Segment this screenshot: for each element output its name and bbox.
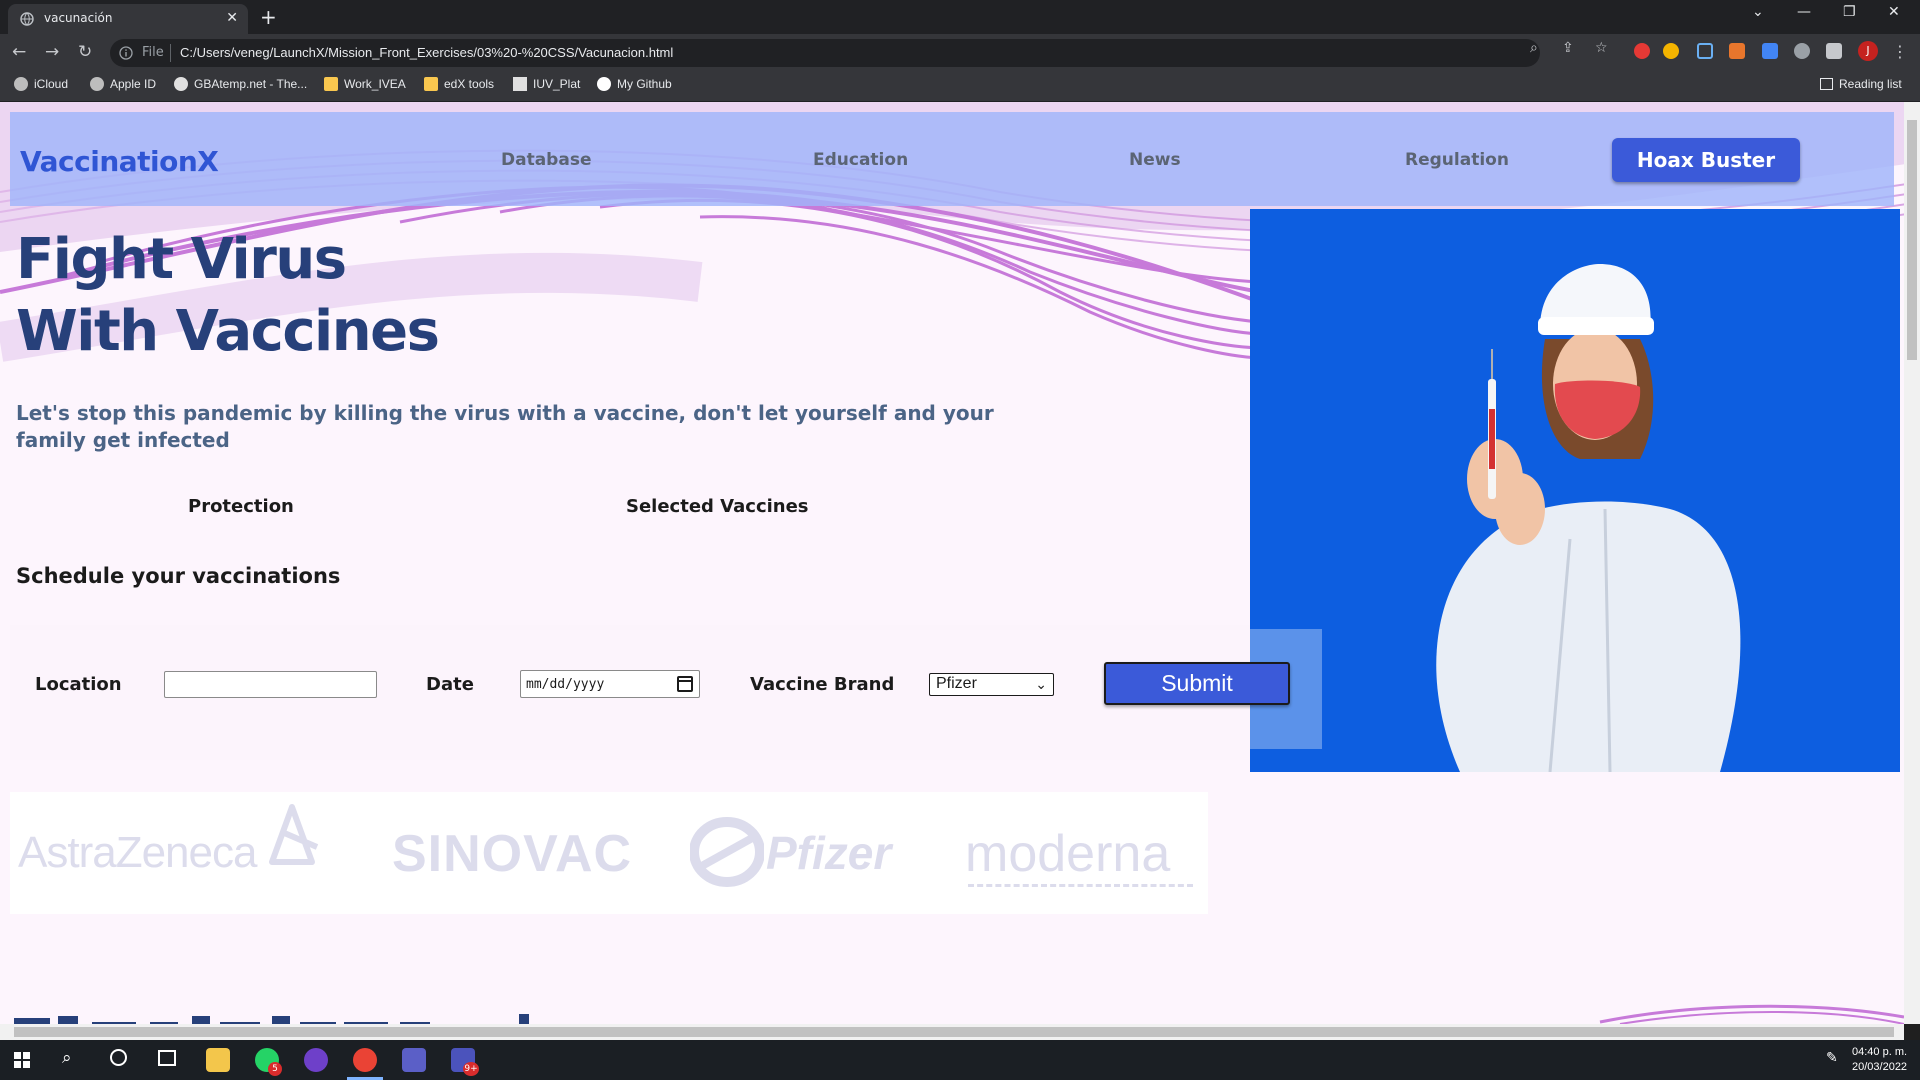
nav-news[interactable]: News	[1129, 150, 1181, 170]
vaccine-brand-select[interactable]: Pfizer ⌄	[929, 673, 1054, 696]
browser-toolbar: ← → ↻ File C:/Users/veneg/LaunchX/Missio…	[0, 34, 1920, 70]
gbatemp-icon	[174, 77, 188, 91]
minimize-button[interactable]: —	[1797, 4, 1811, 20]
vaccine-brand-selected: Pfizer	[936, 675, 977, 692]
bookmark-apple-id[interactable]: Apple ID	[90, 77, 156, 91]
folder-icon	[424, 77, 438, 91]
globe-icon	[20, 12, 34, 26]
reload-icon[interactable]: ↻	[78, 42, 92, 62]
bookmark-iuv-plat[interactable]: IUV_Plat	[513, 77, 580, 91]
tab-search-icon[interactable]: ⌄	[1752, 4, 1764, 20]
hero-lead-text: Let's stop this pandemic by killing the …	[16, 401, 994, 452]
clock-date: 20/03/2022	[1852, 1061, 1908, 1073]
address-bar[interactable]: File C:/Users/veneg/LaunchX/Mission_Fron…	[110, 39, 1540, 67]
brand-pfizer-logo: Pfizer	[766, 827, 892, 879]
reading-list-icon	[1820, 78, 1833, 90]
vertical-scroll-thumb[interactable]	[1907, 120, 1917, 360]
profile-avatar[interactable]: J	[1858, 41, 1878, 61]
system-clock[interactable]: 04:40 p. m. 20/03/2022	[1852, 1045, 1907, 1075]
selected-vaccines-heading: Selected Vaccines	[626, 496, 809, 517]
link-extension-icon[interactable]	[1697, 43, 1713, 59]
protection-heading: Protection	[188, 496, 294, 517]
close-window-button[interactable]: ✕	[1888, 4, 1900, 20]
brand-astrazeneca-logo: AstraZeneca	[18, 828, 257, 877]
task-view-icon[interactable]	[158, 1050, 176, 1066]
extension-yellow-icon[interactable]	[1663, 43, 1679, 59]
restore-button[interactable]: ❐	[1843, 4, 1856, 20]
forward-icon[interactable]: →	[45, 42, 59, 62]
cortana-icon[interactable]	[110, 1049, 127, 1066]
zoom-icon[interactable]: ⌕	[1530, 40, 1538, 56]
horizontal-scroll-thumb[interactable]	[14, 1027, 1894, 1037]
share-icon[interactable]: ⇪	[1562, 40, 1574, 56]
folder-icon	[324, 77, 338, 91]
nav-regulation[interactable]: Regulation	[1405, 150, 1509, 170]
date-input[interactable]: mm/dd/yyyy	[520, 670, 700, 698]
extension-blue-icon[interactable]	[1762, 43, 1778, 59]
bookmark-icloud[interactable]: iCloud	[14, 77, 68, 91]
bookmarks-bar: iCloud Apple ID GBAtemp.net - The... Wor…	[0, 70, 1920, 102]
metamask-icon[interactable]	[1729, 43, 1745, 59]
file-explorer-icon[interactable]	[206, 1048, 230, 1072]
teams-badge: 9+	[463, 1062, 479, 1076]
info-icon[interactable]	[119, 46, 133, 60]
search-icon[interactable]: ⌕	[62, 1048, 72, 1068]
clock-time: 04:40 p. m.	[1852, 1046, 1908, 1058]
hero-photo-nurse-with-syringe	[1250, 209, 1900, 772]
more-menu-icon[interactable]: ⋮	[1892, 42, 1908, 61]
windows-taskbar: ⌕ 5 9+ ✎ 04:40 p. m. 20/03/2022	[0, 1040, 1920, 1080]
location-label: Location	[35, 674, 122, 695]
bookmark-gbatemp[interactable]: GBAtemp.net - The...	[174, 77, 307, 91]
whatsapp-badge: 5	[268, 1062, 282, 1076]
new-tab-button[interactable]: +	[260, 5, 277, 29]
tab-title: vacunación	[44, 11, 113, 25]
bookmark-edx-tools[interactable]: edX tools	[424, 77, 494, 91]
pfizer-emblem	[690, 817, 764, 887]
teams-icon[interactable]	[402, 1048, 426, 1072]
moderna-underline	[968, 884, 1193, 887]
extensions-puzzle-icon[interactable]	[1826, 43, 1842, 59]
extension-red-icon[interactable]	[1634, 43, 1650, 59]
schedule-heading: Schedule your vaccinations	[16, 564, 341, 588]
brand-sinovac-logo: SINOVAC	[392, 825, 633, 883]
extension-shield-icon[interactable]	[1794, 43, 1810, 59]
hoax-buster-button[interactable]: Hoax Buster	[1612, 138, 1800, 182]
github-desktop-icon[interactable]	[304, 1048, 328, 1072]
back-icon[interactable]: ←	[12, 42, 26, 62]
url-text[interactable]: C:/Users/veneg/LaunchX/Mission_Front_Exe…	[180, 45, 673, 60]
astrazeneca-emblem	[269, 804, 319, 865]
vaccine-brand-label: Vaccine Brand	[750, 674, 895, 695]
nav-database[interactable]: Database	[501, 150, 591, 170]
bookmark-my-github[interactable]: My Github	[597, 77, 672, 91]
close-tab-icon[interactable]: ✕	[226, 10, 238, 26]
github-icon	[597, 77, 611, 91]
bookmark-star-icon[interactable]: ☆	[1595, 40, 1608, 56]
chevron-down-icon: ⌄	[1035, 676, 1047, 692]
date-placeholder: mm/dd/yyyy	[526, 677, 605, 692]
hero-title-line2: With Vaccines	[16, 299, 440, 364]
browser-tab-strip: vacunación ✕ + ⌄ — ❐ ✕	[0, 0, 1920, 34]
calendar-icon[interactable]	[677, 676, 693, 692]
reading-list-button[interactable]: Reading list	[1820, 77, 1902, 91]
site-logo[interactable]: VaccinationX	[20, 145, 219, 178]
chrome-icon[interactable]	[353, 1048, 377, 1072]
nav-education[interactable]: Education	[813, 150, 908, 170]
windows-start-icon[interactable]	[14, 1052, 30, 1068]
brand-moderna-logo: moderna	[965, 825, 1171, 883]
url-divider	[170, 44, 171, 62]
bookmark-work-ivea[interactable]: Work_IVEA	[324, 77, 406, 91]
apple-icon	[90, 77, 104, 91]
apple-icon	[14, 77, 28, 91]
location-input[interactable]	[164, 671, 377, 698]
hero-title-line1: Fight Virus	[16, 227, 347, 292]
iuv-icon	[513, 77, 527, 91]
browser-tab[interactable]: vacunación ✕	[8, 4, 248, 34]
date-label: Date	[426, 674, 474, 695]
pen-icon[interactable]: ✎	[1826, 1050, 1838, 1066]
submit-button[interactable]: Submit	[1104, 662, 1290, 705]
url-scheme: File	[142, 45, 164, 60]
